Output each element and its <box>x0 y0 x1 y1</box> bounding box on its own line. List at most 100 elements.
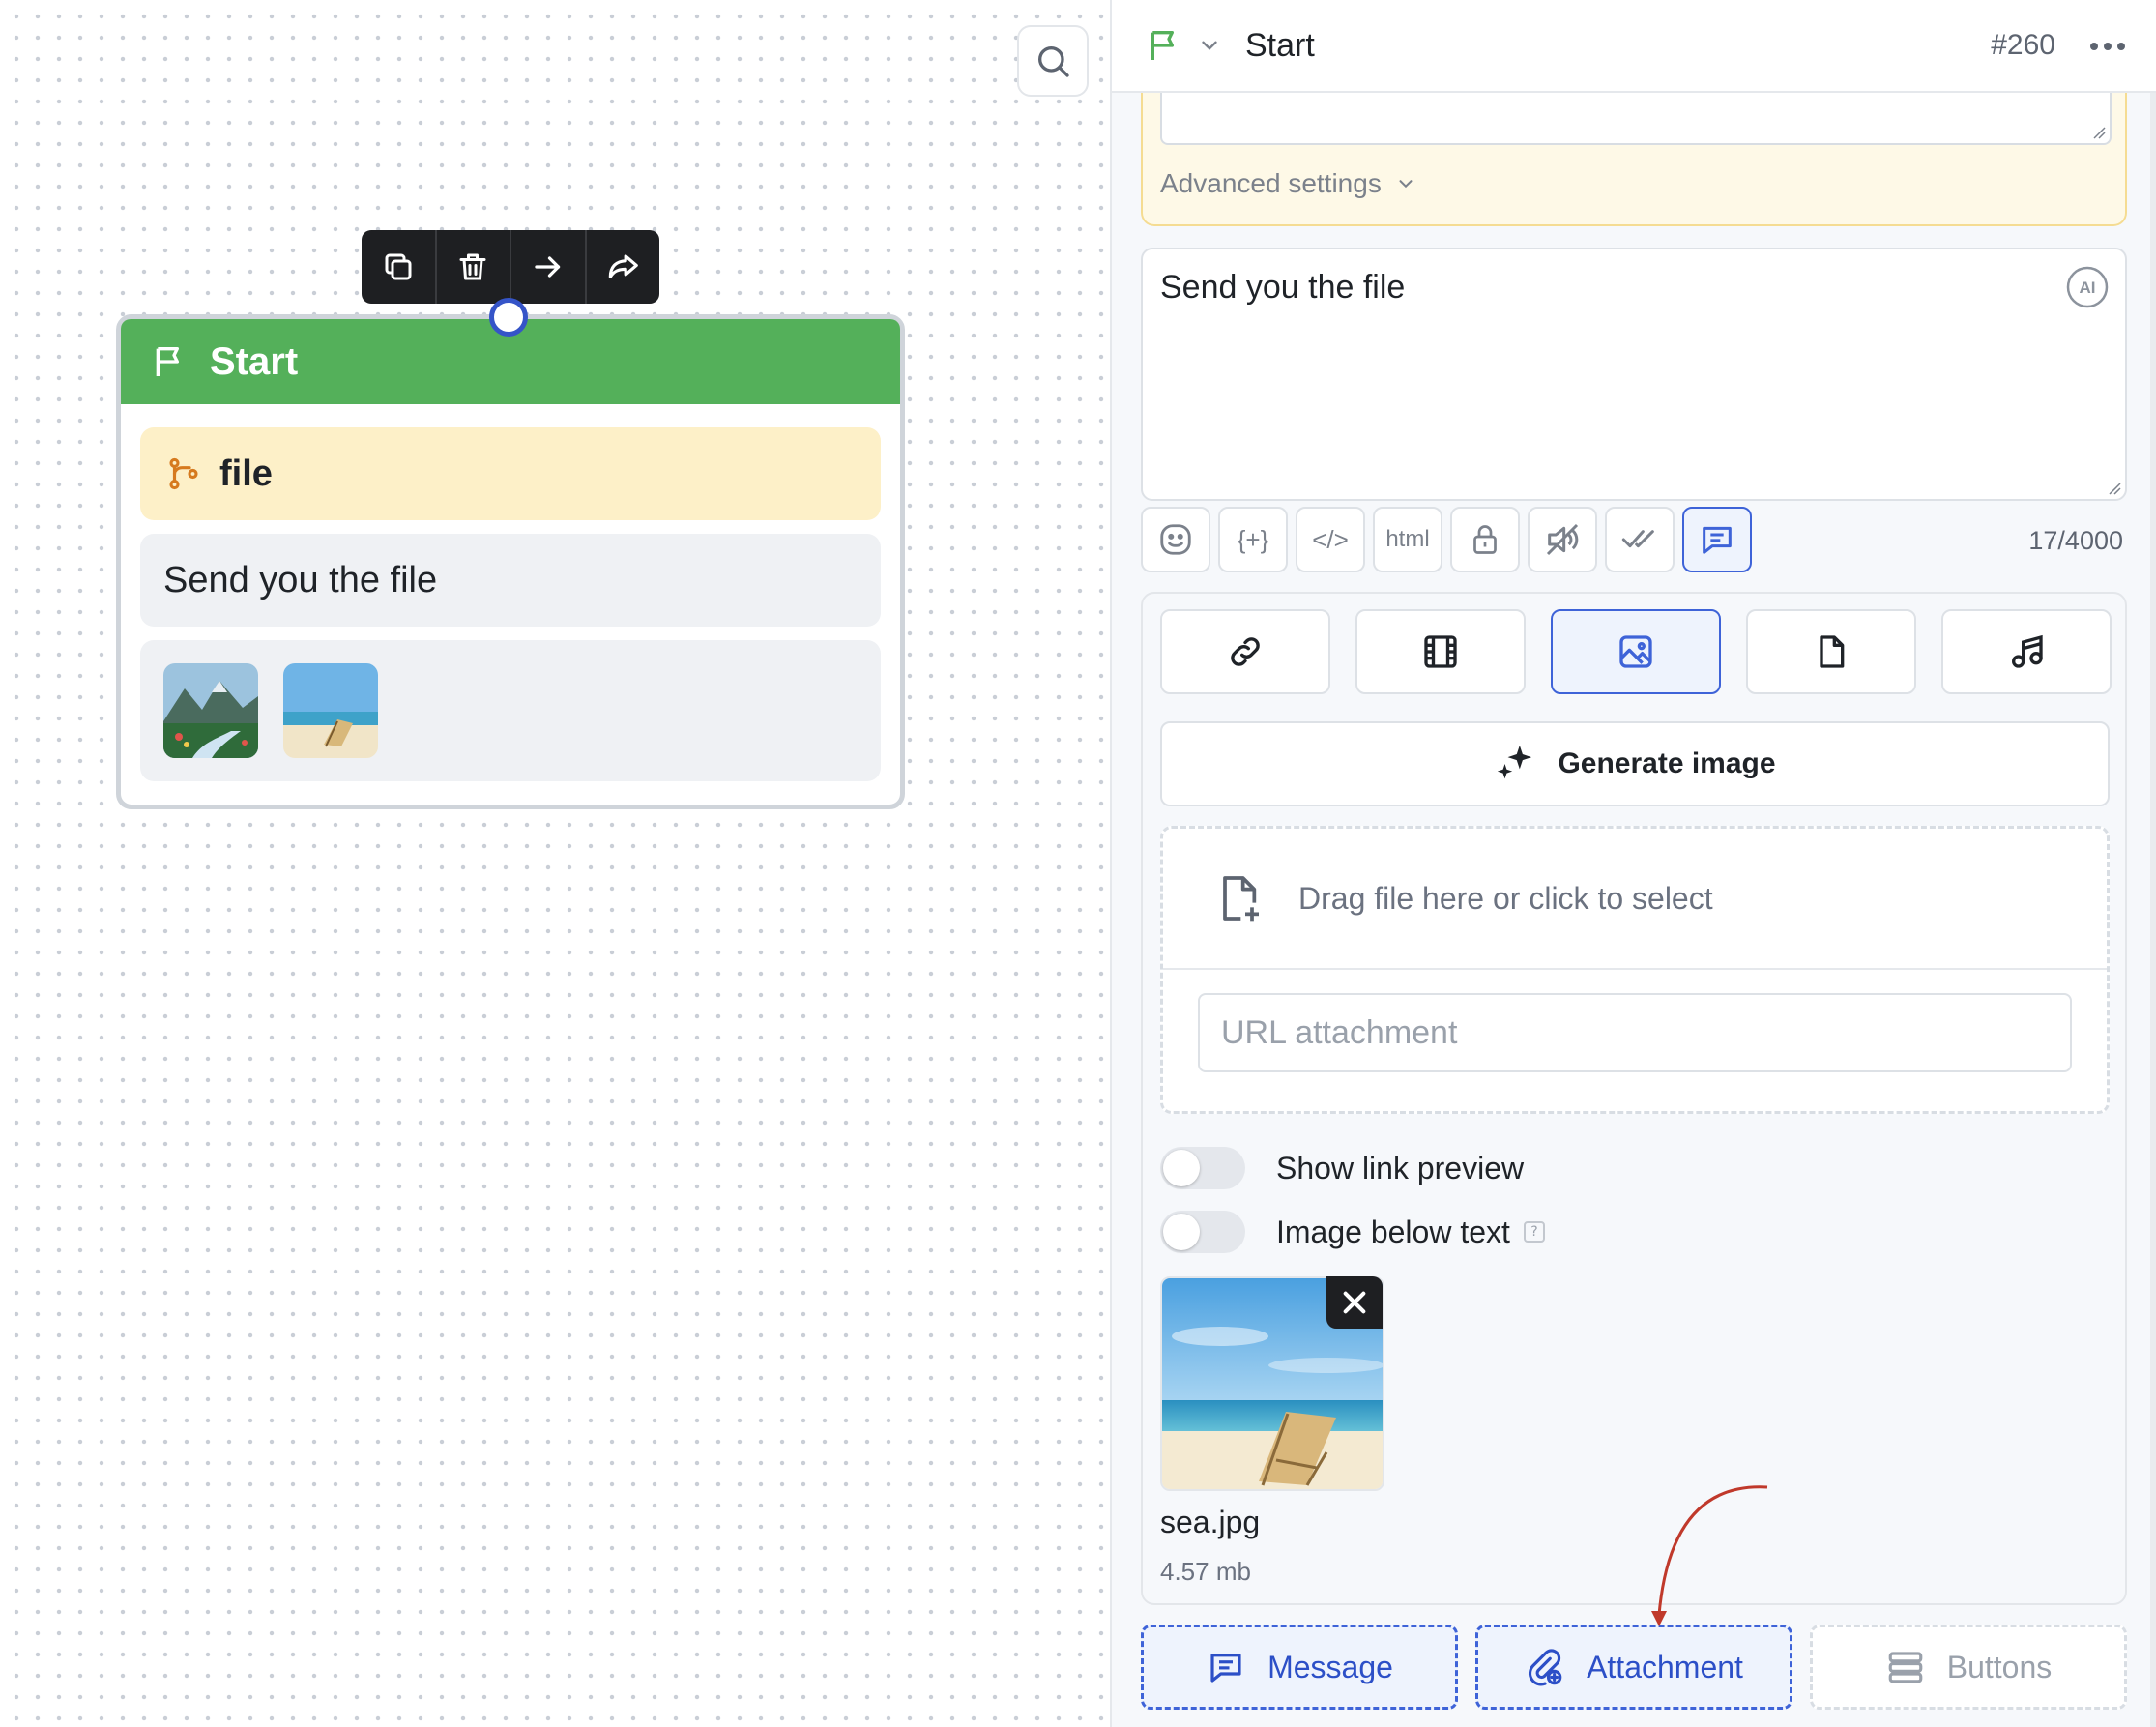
delete-node-button[interactable] <box>437 230 511 304</box>
add-buttons-label: Buttons <box>1946 1649 2053 1684</box>
add-buttons-button[interactable]: Buttons <box>1810 1625 2127 1710</box>
lock-icon <box>1473 525 1497 554</box>
music-icon <box>2012 634 2043 668</box>
attachment-file-name: sea.jpg <box>1160 1505 1261 1539</box>
code-button[interactable]: </> <box>1296 507 1365 572</box>
ai-badge-label: AI <box>2080 278 2096 297</box>
add-message-button[interactable]: Message <box>1141 1625 1458 1710</box>
buttons-list-icon <box>1888 1652 1923 1683</box>
protect-content-button[interactable] <box>1450 507 1520 572</box>
double-check-icon <box>1621 530 1654 548</box>
node-toolbar <box>362 230 659 304</box>
file-drop-zone[interactable]: Drag file here or click to select <box>1160 826 2110 1114</box>
add-attachment-button[interactable]: Attachment <box>1475 1625 1792 1710</box>
drop-zone-text: Drag file here or click to select <box>1298 880 1713 916</box>
resize-grip-icon[interactable] <box>2090 124 2106 139</box>
node-input-connector[interactable] <box>489 298 528 337</box>
connect-node-button[interactable] <box>511 230 587 304</box>
variable-insert-label: {+} <box>1237 524 1269 554</box>
help-icon[interactable]: ? <box>1523 1221 1545 1243</box>
canvas-search-button[interactable] <box>1017 25 1089 97</box>
emoji-icon <box>1160 524 1191 555</box>
tab-image[interactable] <box>1551 609 1721 694</box>
chat-icon <box>1210 1654 1241 1683</box>
tab-video[interactable] <box>1355 609 1526 694</box>
arrow-right-icon <box>535 256 560 278</box>
node-title: Start <box>210 339 299 383</box>
flag-icon <box>1151 30 1174 60</box>
annotation-arrow <box>1651 1485 1768 1626</box>
node-images-block[interactable] <box>140 640 881 781</box>
image-below-label: Image below text <box>1276 1214 1510 1249</box>
tab-audio[interactable] <box>1941 609 2112 694</box>
image-below-toggle[interactable] <box>1160 1211 1245 1253</box>
read-receipt-button[interactable] <box>1605 507 1675 572</box>
close-icon <box>1343 1291 1366 1314</box>
file-icon <box>1820 635 1845 668</box>
code-label: </> <box>1312 524 1349 554</box>
chevron-down-icon <box>1399 180 1413 189</box>
advanced-settings-section: Advanced settings <box>1141 93 2127 226</box>
html-button[interactable]: html <box>1373 507 1442 572</box>
attachment-file-size: 4.57 mb <box>1160 1557 1251 1586</box>
message-editor[interactable]: Send you the file AI <box>1141 248 2127 501</box>
message-text: Send you the file <box>1160 269 1406 306</box>
node-id: #260 <box>1991 29 2055 61</box>
tab-file[interactable] <box>1746 609 1916 694</box>
node-message-text: Send you the file <box>163 559 438 600</box>
chevron-down-icon[interactable] <box>1197 33 1222 58</box>
emoji-button[interactable] <box>1141 507 1210 572</box>
link-preview-toggle[interactable] <box>1160 1147 1245 1189</box>
search-icon <box>1038 46 1069 77</box>
link-preview-label: Show link preview <box>1276 1150 1525 1185</box>
advanced-settings-toggle[interactable]: Advanced settings <box>1160 168 1416 199</box>
panel-header: Start #260 <box>1112 0 2156 93</box>
variable-insert-button[interactable]: {+} <box>1218 507 1288 572</box>
image-icon <box>1619 635 1652 668</box>
sparkles-icon <box>1498 745 1532 779</box>
chat-icon <box>1703 526 1732 554</box>
add-message-label: Message <box>1267 1649 1393 1684</box>
file-add-icon <box>1223 876 1259 922</box>
link-preview-toggle-row: Show link preview <box>1160 1147 1524 1189</box>
node-variable-name: file <box>219 453 273 494</box>
settings-panel: Start #260 Advanced settings Send you th… <box>1110 0 2156 1727</box>
mute-icon <box>1546 523 1579 556</box>
mountain-river-thumbnail <box>163 663 258 758</box>
beach-chair-thumbnail <box>283 663 378 758</box>
image-below-toggle-row: Image below text ? <box>1160 1211 1545 1253</box>
format-toolbar: {+} </> html <box>1141 507 1752 572</box>
generate-image-label: Generate image <box>1558 747 1776 779</box>
silent-message-button[interactable] <box>1528 507 1597 572</box>
ai-assistant-icon[interactable]: AI <box>2065 265 2110 309</box>
start-node[interactable]: Start file Send you the file <box>116 314 905 809</box>
panel-scrollbar[interactable] <box>2150 93 2156 1727</box>
drop-zone-area[interactable]: Drag file here or click to select <box>1163 829 2107 970</box>
add-block-row: Message Attachment Buttons <box>1141 1625 2127 1710</box>
resize-grip-icon[interactable] <box>2106 480 2121 495</box>
share-icon <box>609 254 639 278</box>
url-attachment-input[interactable] <box>1198 993 2072 1072</box>
copy-icon <box>385 253 412 280</box>
flag-icon <box>156 347 179 376</box>
film-icon <box>1424 635 1457 668</box>
panel-title: Start <box>1245 26 1315 64</box>
advanced-settings-label: Advanced settings <box>1160 168 1382 198</box>
add-attachment-label: Attachment <box>1587 1649 1743 1684</box>
flow-canvas[interactable]: Start file Send you the file <box>0 0 1110 1727</box>
link-icon <box>1231 637 1260 666</box>
tab-link[interactable] <box>1160 609 1330 694</box>
attachment-type-tabs <box>1160 609 2112 694</box>
advanced-textarea[interactable] <box>1160 93 2112 145</box>
share-node-button[interactable] <box>587 230 660 304</box>
paperclip-add-icon <box>1529 1649 1562 1686</box>
more-icon[interactable] <box>2086 29 2129 64</box>
node-variable-block[interactable]: file <box>140 427 881 520</box>
character-count: 17/4000 <box>2028 526 2123 555</box>
message-format-button[interactable] <box>1682 507 1752 572</box>
copy-node-button[interactable] <box>362 230 437 304</box>
node-message-block[interactable]: Send you the file <box>140 534 881 627</box>
remove-attachment-button[interactable] <box>1326 1276 1383 1329</box>
attachment-card: Generate image Drag file here or click t… <box>1141 592 2127 1605</box>
generate-image-button[interactable]: Generate image <box>1160 721 2110 806</box>
